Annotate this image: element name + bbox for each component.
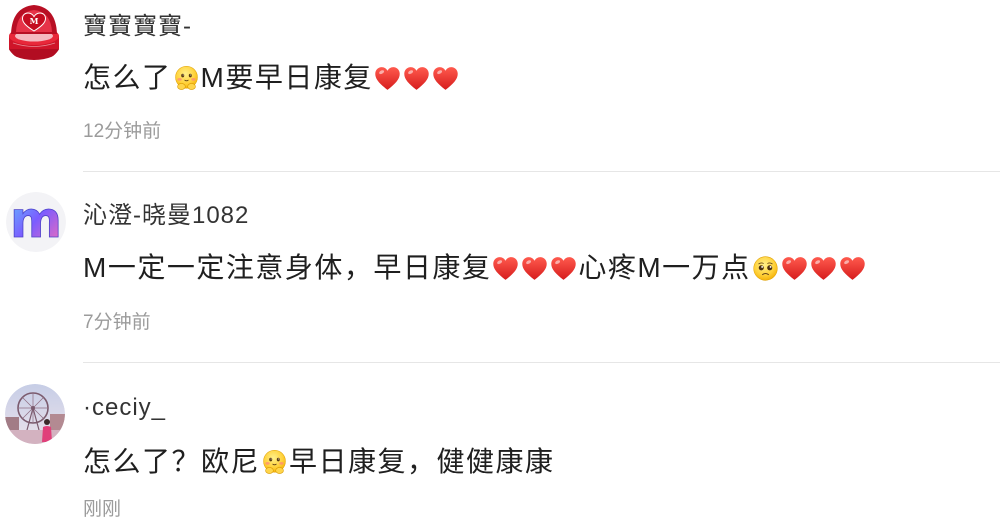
heart-icon: [432, 65, 459, 92]
username[interactable]: ·ceciy_: [83, 395, 166, 421]
hug-emoji-icon: [173, 65, 200, 92]
sad-emoji-icon: [752, 255, 779, 282]
avatar[interactable]: M: [4, 3, 64, 63]
heart-icon: [839, 255, 866, 282]
avatar[interactable]: m: [6, 192, 66, 252]
comment-item[interactable]: m 沁澄-晓曼1082 M一定一定注意身体，早日康复 心疼M一万点 7分钟前: [0, 172, 1000, 362]
comment-text-segment: 怎么了: [83, 62, 172, 93]
comment-text-segment: 怎么了？欧尼: [83, 446, 261, 477]
timestamp: 7分钟前: [83, 312, 151, 333]
heart-icon: [810, 255, 837, 282]
timestamp: 12分钟前: [83, 121, 162, 142]
heart-icon: [492, 255, 519, 282]
heart-icon: [521, 255, 548, 282]
username[interactable]: 沁澄-晓曼1082: [83, 203, 249, 229]
heart-icon: [550, 255, 577, 282]
username[interactable]: 寶寶寶寶-: [83, 14, 192, 40]
letter-m-avatar: m: [6, 192, 66, 252]
heart-icon: [781, 255, 808, 282]
comment-list: M 寶寶寶寶- 怎么了 M要早日康复 12分钟前 m 沁澄-晓曼1082 M一定…: [0, 0, 1000, 520]
comment-text-segment: 早日康复，健健康康: [289, 446, 555, 477]
comment-text: 怎么了？欧尼 早日康复，健健康康: [83, 444, 555, 480]
ring-box-avatar: M: [4, 3, 64, 63]
avatar-letter: M: [30, 16, 39, 26]
heart-icon: [374, 65, 401, 92]
ferris-wheel-photo-avatar: [5, 384, 65, 444]
comment-text-segment: M要早日康复: [200, 62, 373, 93]
comment-item[interactable]: M 寶寶寶寶- 怎么了 M要早日康复 12分钟前: [0, 0, 1000, 171]
comment-text: M一定一定注意身体，早日康复 心疼M一万点: [83, 250, 867, 286]
avatar[interactable]: [5, 384, 65, 444]
timestamp: 刚刚: [83, 499, 122, 520]
heart-icon: [403, 65, 430, 92]
comment-text-segment: M一定一定注意身体，早日康复: [83, 252, 492, 283]
comment-text: 怎么了 M要早日康复: [83, 60, 460, 96]
hug-emoji-icon: [261, 449, 288, 476]
comment-item[interactable]: ·ceciy_ 怎么了？欧尼 早日康复，健健康康 刚刚: [0, 363, 1000, 520]
avatar-letter: m: [10, 192, 62, 249]
comment-text-segment: 心疼M一万点: [578, 252, 751, 283]
